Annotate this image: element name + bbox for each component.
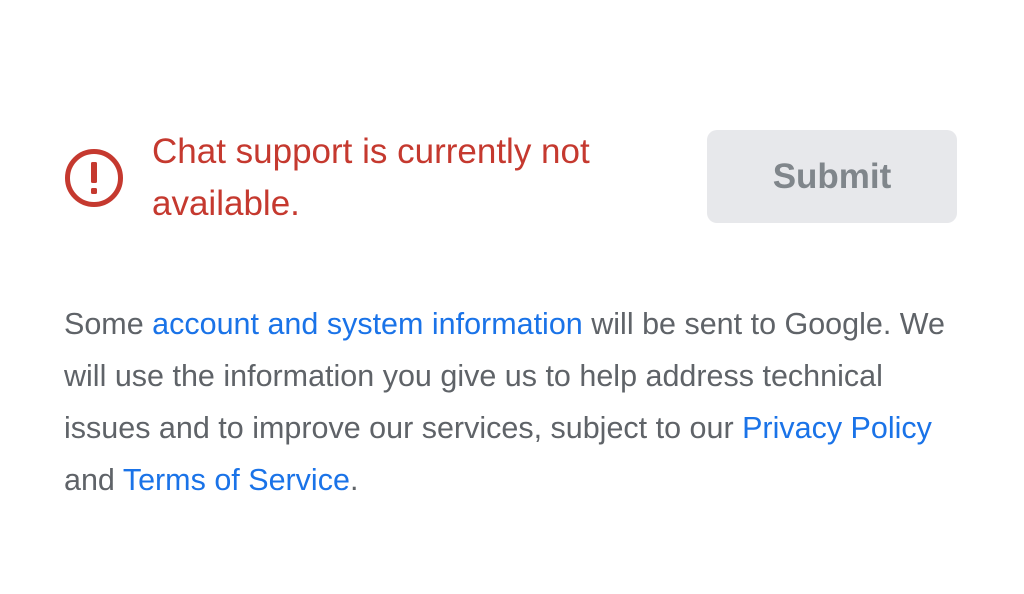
chat-support-panel: Chat support is currently not available.… xyxy=(0,0,1024,594)
account-info-link[interactable]: account and system information xyxy=(152,307,583,341)
terms-of-service-link[interactable]: Terms of Service xyxy=(123,463,350,497)
submit-button[interactable]: Submit xyxy=(707,130,957,223)
status-row: Chat support is currently not available.… xyxy=(64,126,957,226)
privacy-policy-link[interactable]: Privacy Policy xyxy=(742,411,932,445)
error-icon xyxy=(64,148,124,208)
error-message: Chat support is currently not available. xyxy=(152,132,590,223)
disclaimer-suffix: . xyxy=(349,463,359,497)
disclaimer-prefix: Some xyxy=(64,307,153,341)
privacy-disclaimer: Some account and system information will… xyxy=(64,298,964,506)
disclaimer-conjunction: and xyxy=(64,463,123,497)
